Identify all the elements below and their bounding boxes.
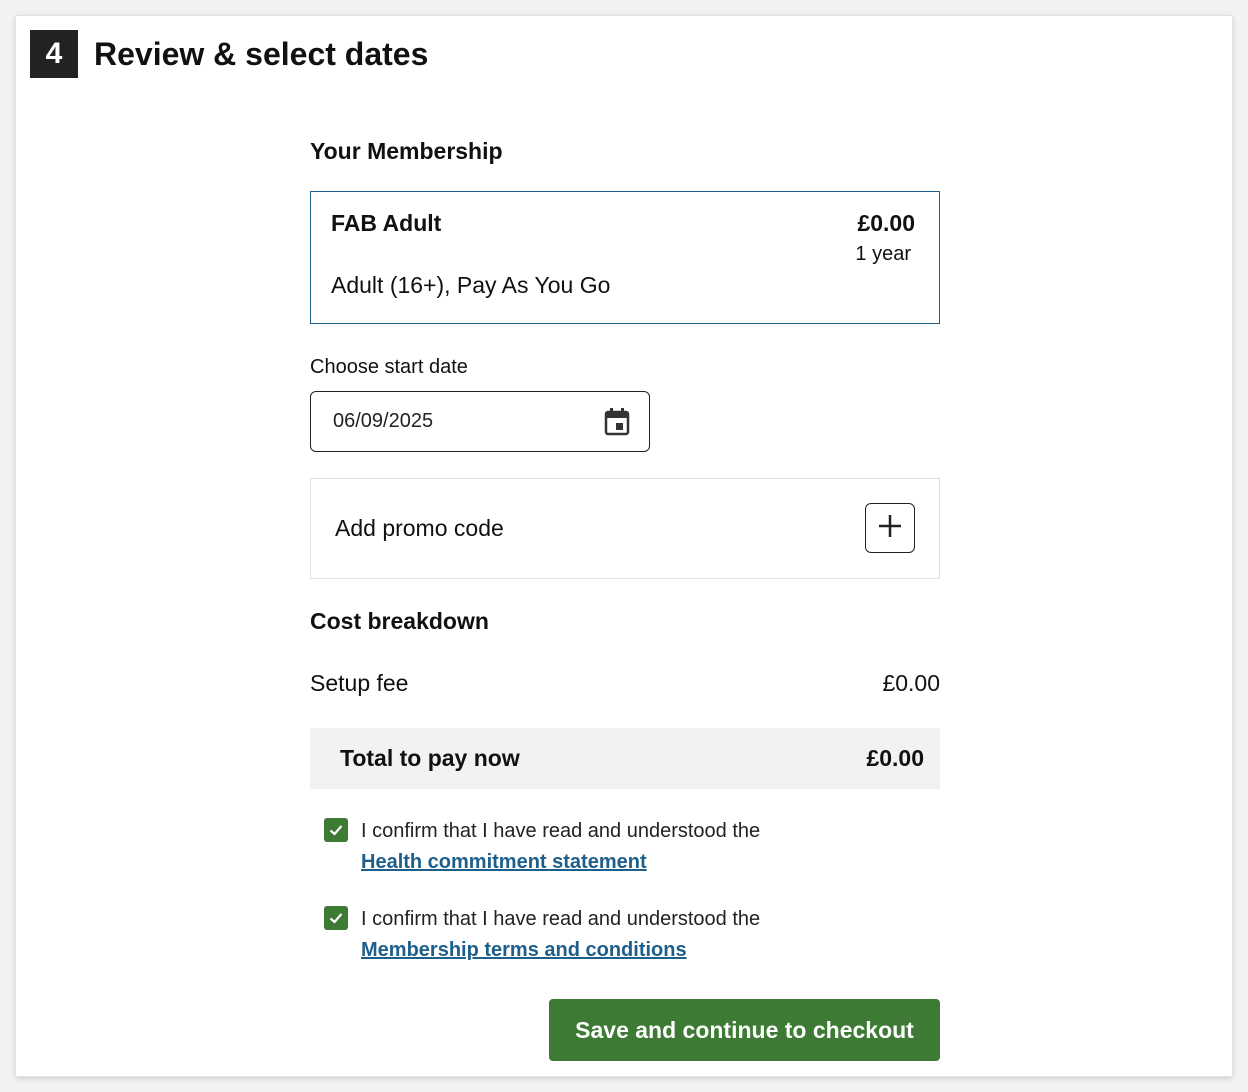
step-number-badge: 4 [30, 30, 78, 78]
setup-fee-label: Setup fee [310, 670, 409, 696]
membership-terms-link[interactable]: Membership terms and conditions [361, 935, 760, 966]
membership-terms-checkbox[interactable] [324, 906, 348, 930]
start-date-input[interactable]: 06/09/2025 [310, 391, 650, 452]
membership-term: 1 year [855, 243, 911, 265]
start-date-label: Choose start date [310, 356, 468, 378]
cost-breakdown-heading: Cost breakdown [310, 608, 489, 634]
membership-description: Adult (16+), Pay As You Go [331, 272, 611, 298]
total-row: Total to pay now £0.00 [310, 728, 940, 789]
page-title: Review & select dates [94, 35, 429, 72]
membership-name: FAB Adult [331, 210, 442, 236]
check-icon [329, 913, 343, 924]
membership-price: £0.00 [857, 210, 915, 236]
calendar-icon[interactable] [603, 407, 631, 437]
start-date-value: 06/09/2025 [333, 410, 434, 432]
promo-code-label: Add promo code [335, 515, 504, 541]
membership-summary: FAB Adult Adult (16+), Pay As You Go £0.… [310, 191, 940, 324]
total-label: Total to pay now [340, 745, 520, 771]
health-commitment-text: I confirm that I have read and understoo… [361, 820, 761, 842]
health-commitment-link[interactable]: Health commitment statement [361, 847, 760, 878]
add-promo-button[interactable] [865, 503, 915, 553]
setup-fee-value: £0.00 [882, 670, 940, 696]
review-card: 4 Review & select dates Your Membership … [16, 16, 1232, 1076]
total-value: £0.00 [866, 745, 924, 771]
membership-heading: Your Membership [310, 138, 503, 164]
plus-icon [877, 513, 903, 544]
check-icon [329, 825, 343, 836]
save-and-continue-button[interactable]: Save and continue to checkout [549, 999, 940, 1061]
health-commitment-checkbox[interactable] [324, 818, 348, 842]
membership-terms-text: I confirm that I have read and understoo… [361, 908, 761, 930]
step-header: 4 Review & select dates [30, 30, 428, 78]
promo-code-section[interactable]: Add promo code [310, 478, 940, 579]
